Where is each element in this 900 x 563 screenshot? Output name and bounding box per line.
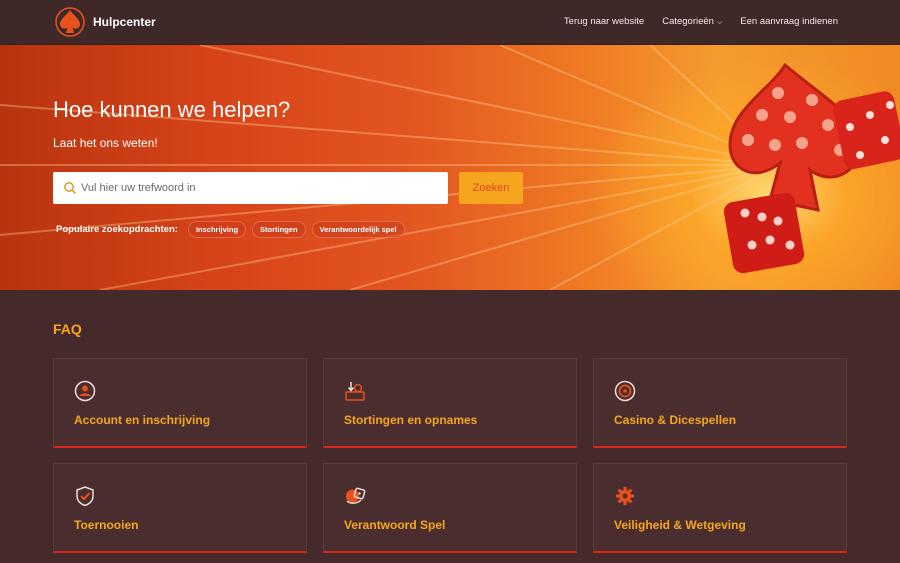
faq-card-label: Stortingen en opnames xyxy=(344,413,478,427)
faq-card-account[interactable]: Account en inschrijving xyxy=(53,358,307,448)
nav-submit-request[interactable]: Een aanvraag indienen xyxy=(740,16,838,27)
popular-searches: Populaire zoekopdrachten: Inschrijving S… xyxy=(56,221,405,238)
popular-chip-verantwoordelijk-spel[interactable]: Verantwoordelijk spel xyxy=(311,221,405,238)
top-navbar: Hulpcenter Terug naar website Categorieë… xyxy=(0,0,900,45)
top-nav: Terug naar website Categorieën ⌵ Een aanv… xyxy=(564,16,838,27)
faq-card-tournaments[interactable]: Toernooien xyxy=(53,463,307,553)
faq-card-label: Casino & Dicespellen xyxy=(614,413,737,427)
gear-icon xyxy=(616,487,634,505)
search-icon xyxy=(64,182,77,195)
search-button[interactable]: Zoeken xyxy=(459,172,523,204)
search-box xyxy=(53,172,448,204)
dice-spade-illustration xyxy=(723,62,900,274)
hero-banner: Hoe kunnen we helpen? Laat het ons weten… xyxy=(0,45,900,290)
hero-subtitle: Laat het ons weten! xyxy=(53,136,158,150)
nav-back-to-website[interactable]: Terug naar website xyxy=(564,16,644,27)
faq-card-casino[interactable]: Casino & Dicespellen xyxy=(593,358,847,448)
faq-card-label: Account en inschrijving xyxy=(74,413,211,427)
faq-heading: FAQ xyxy=(53,321,82,337)
nav-categories[interactable]: Categorieën ⌵ xyxy=(662,16,722,27)
faq-card-label: Verantwoord Spel xyxy=(344,518,446,532)
faq-card-label: Toernooien xyxy=(74,518,139,532)
dice-hand-icon xyxy=(346,487,366,504)
search-input[interactable] xyxy=(81,172,441,204)
faq-card-label: Veiligheid & Wetgeving xyxy=(614,518,746,532)
faq-card-security[interactable]: Veiligheid & Wetgeving xyxy=(593,463,847,553)
chevron-down-icon: ⌵ xyxy=(716,19,723,26)
brand-name[interactable]: Hulpcenter xyxy=(93,15,156,29)
faq-card-responsible-gaming[interactable]: Verantwoord Spel xyxy=(323,463,577,553)
faq-card-deposits[interactable]: Stortingen en opnames xyxy=(323,358,577,448)
hero-title: Hoe kunnen we helpen? xyxy=(53,97,291,122)
spade-logo-icon[interactable] xyxy=(55,6,85,38)
casino-chip-icon xyxy=(614,380,636,402)
deposit-icon xyxy=(345,382,365,401)
popular-searches-label: Populaire zoekopdrachten: xyxy=(56,224,178,235)
popular-chip-inschrijving[interactable]: Inschrijving xyxy=(187,221,247,238)
shield-check-icon xyxy=(76,486,94,507)
nav-categories-label: Categorieën xyxy=(662,16,714,27)
popular-chip-stortingen[interactable]: Stortingen xyxy=(252,221,306,238)
user-circle-icon xyxy=(74,380,96,402)
